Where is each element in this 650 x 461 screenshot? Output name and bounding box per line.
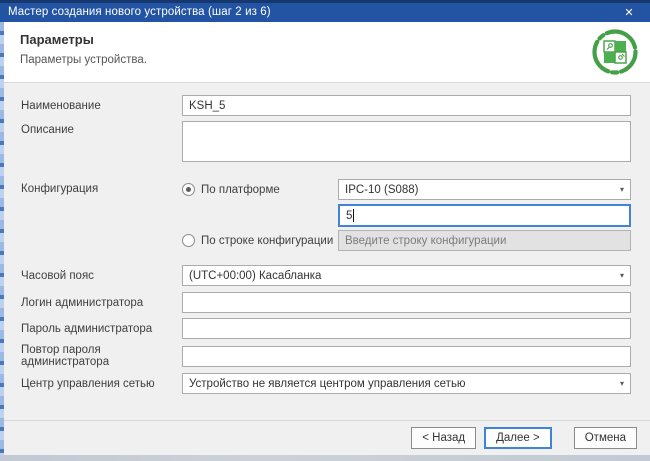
admin-password-repeat-input[interactable] — [182, 346, 631, 367]
timezone-dropdown[interactable]: (UTC+00:00) Касабланка ▾ — [182, 265, 631, 286]
chevron-down-icon: ▾ — [620, 272, 624, 280]
wizard-dialog: Параметры Параметры устройства. Наименов… — [4, 22, 650, 455]
wizard-window: Мастер создания нового устройства (шаг 2… — [0, 0, 650, 461]
wizard-header: Параметры Параметры устройства. — [4, 22, 650, 83]
name-row: Наименование KSH_5 — [21, 95, 631, 116]
platform-extra-line: 5 — [182, 204, 631, 227]
admin-password-input[interactable] — [182, 318, 631, 339]
network-center-value: Устройство не является центром управлени… — [189, 378, 466, 390]
platform-dropdown[interactable]: IPC-10 (S088) ▾ — [338, 179, 631, 200]
description-row: Описание — [21, 121, 631, 162]
network-center-dropdown[interactable]: Устройство не является центром управлени… — [182, 373, 631, 394]
admin-password-label: Пароль администратора — [21, 323, 182, 335]
title-bar: Мастер создания нового устройства (шаг 2… — [0, 0, 650, 22]
network-center-row: Центр управления сетью Устройство не явл… — [21, 373, 631, 394]
configuration-row: Конфигурация По платформе IPC-10 (S088) … — [21, 179, 631, 251]
back-button[interactable]: < Назад — [411, 427, 476, 449]
close-icon[interactable]: ✕ — [618, 3, 640, 21]
timezone-row: Часовой пояс (UTC+00:00) Касабланка ▾ — [21, 265, 631, 286]
by-string-label: По строке конфигурации — [201, 235, 333, 247]
name-value: KSH_5 — [189, 100, 225, 112]
wizard-footer: < Назад Далее > Отмена — [4, 420, 650, 455]
page-title: Параметры — [20, 32, 634, 47]
platform-dropdown-value: IPC-10 (S088) — [345, 184, 419, 196]
by-platform-line: По платформе IPC-10 (S088) ▾ — [182, 179, 631, 200]
admin-login-row: Логин администратора — [21, 292, 631, 313]
admin-password-repeat-label: Повтор пароля администратора — [21, 344, 182, 368]
by-string-radio[interactable] — [182, 234, 195, 247]
by-platform-radio-group[interactable]: По платформе — [182, 183, 338, 196]
by-string-radio-group[interactable]: По строке конфигурации — [182, 234, 338, 247]
name-input[interactable]: KSH_5 — [182, 95, 631, 116]
text-cursor — [353, 209, 354, 222]
device-logo-icon — [590, 27, 640, 77]
network-center-label: Центр управления сетью — [21, 378, 182, 390]
admin-login-input[interactable] — [182, 292, 631, 313]
by-platform-radio[interactable] — [182, 183, 195, 196]
by-string-line: По строке конфигурации Введите строку ко… — [182, 230, 631, 251]
configuration-string-input: Введите строку конфигурации — [338, 230, 631, 251]
name-label: Наименование — [21, 100, 182, 112]
admin-password-row: Пароль администратора — [21, 318, 631, 339]
parent-window-bottom-edge — [0, 455, 650, 461]
next-button[interactable]: Далее > — [484, 427, 552, 449]
configuration-string-placeholder: Введите строку конфигурации — [345, 235, 506, 247]
chevron-down-icon: ▾ — [620, 186, 624, 194]
page-subtitle: Параметры устройства. — [20, 54, 634, 66]
configuration-content: По платформе IPC-10 (S088) ▾ 5 — [182, 179, 631, 251]
platform-extra-input[interactable]: 5 — [338, 204, 631, 227]
platform-extra-value: 5 — [346, 210, 352, 222]
description-label: Описание — [21, 124, 182, 136]
chevron-down-icon: ▾ — [620, 380, 624, 388]
window-title: Мастер создания нового устройства (шаг 2… — [8, 6, 271, 18]
cancel-button[interactable]: Отмена — [574, 427, 637, 449]
by-platform-label: По платформе — [201, 184, 280, 196]
configuration-label: Конфигурация — [21, 183, 182, 195]
timezone-value: (UTC+00:00) Касабланка — [189, 270, 321, 282]
admin-password-repeat-row: Повтор пароля администратора — [21, 344, 631, 368]
wizard-form: Наименование KSH_5 Описание Конфигурация — [4, 83, 650, 420]
admin-login-label: Логин администратора — [21, 297, 182, 309]
description-input[interactable] — [182, 121, 631, 162]
timezone-label: Часовой пояс — [21, 270, 182, 282]
